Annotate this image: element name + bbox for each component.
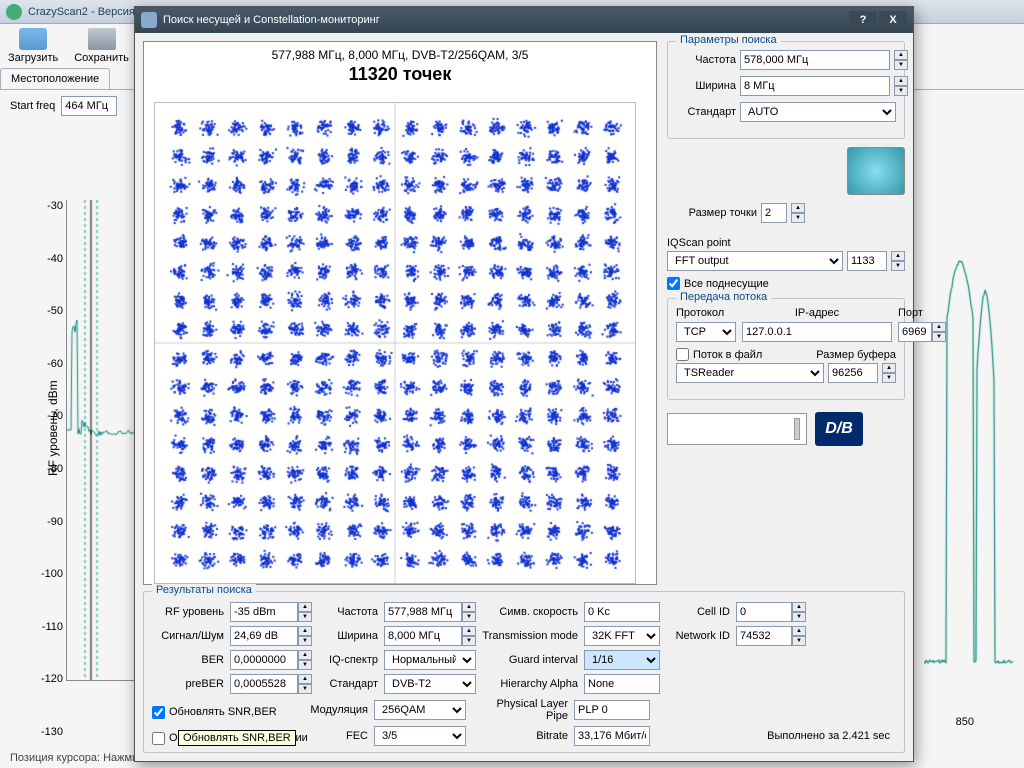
- plot-info: 577,988 МГц, 8,000 МГц, DVB-T2/256QAM, 3…: [150, 48, 650, 62]
- mod-select[interactable]: 256QAM: [374, 700, 466, 720]
- iqscan-select[interactable]: FFT output: [667, 251, 843, 271]
- stream-group: Передача потока Протокол IP-адрес Порт T…: [667, 298, 905, 400]
- res-width-input[interactable]: [384, 626, 462, 646]
- results-group: Результаты поиска RF уровень ▲▼ Частота …: [143, 591, 905, 753]
- status-bar: Позиция курсора: Нажми: [10, 752, 138, 764]
- main-title: CrazyScan2 - Версия: [28, 6, 135, 18]
- iqscan-num-input[interactable]: [847, 251, 887, 271]
- dialog-icon: [141, 12, 157, 28]
- load-button[interactable]: Загрузить: [8, 28, 58, 64]
- constellation-plot: 577,988 МГц, 8,000 МГц, DVB-T2/256QAM, 3…: [143, 41, 657, 585]
- left-spectrum-chart: RF уровень, dBm -30-40-50 -60-70-80 -90-…: [10, 200, 130, 738]
- right-spectrum-canvas: [924, 200, 1014, 670]
- search-params-group: Параметры поиска Частота ▲▼ Ширина ▲▼ Ст…: [667, 41, 905, 139]
- sym-input: [584, 602, 660, 622]
- width-spinner[interactable]: ▲▼: [894, 76, 908, 96]
- freq-input[interactable]: [740, 50, 890, 70]
- protocol-select[interactable]: TCP: [676, 322, 736, 342]
- plot-points: 11320 точек: [150, 64, 650, 85]
- constellation-dialog: Поиск несущей и Constellation-мониторинг…: [134, 6, 914, 762]
- elapsed-label: Выполнено за 2.421 sec: [656, 730, 896, 742]
- side-panel: Параметры поиска Частота ▲▼ Ширина ▲▼ Ст…: [667, 41, 905, 585]
- tab-location[interactable]: Местоположение: [0, 68, 110, 89]
- dvb-logo: D/B: [815, 412, 863, 446]
- iqscan-label: IQScan point: [667, 237, 905, 249]
- y-ticks: -30-40-50 -60-70-80 -90-100-110 -120-130: [38, 200, 63, 738]
- app-icon: [6, 4, 22, 20]
- update-snr-checkbox[interactable]: [152, 706, 165, 719]
- pointsize-input[interactable]: [761, 203, 787, 223]
- standard-select[interactable]: AUTO: [740, 102, 896, 122]
- constellation-canvas: [154, 102, 636, 584]
- render-logo: [847, 147, 905, 195]
- save-button[interactable]: Сохранить: [74, 28, 129, 64]
- help-button[interactable]: ?: [849, 11, 877, 29]
- startfreq-label: Start freq: [10, 100, 55, 112]
- dialog-titlebar[interactable]: Поиск несущей и Constellation-мониторинг…: [135, 7, 913, 33]
- tofile-checkbox[interactable]: [676, 348, 689, 361]
- port-input[interactable]: [898, 322, 932, 342]
- ha-input: [584, 674, 660, 694]
- dialog-title: Поиск несущей и Constellation-мониторинг: [163, 14, 380, 26]
- preber-input[interactable]: [230, 674, 298, 694]
- ip-input[interactable]: [742, 322, 892, 342]
- iqscan-spinner[interactable]: ▲▼: [891, 251, 905, 271]
- update-mod-checkbox[interactable]: [152, 732, 165, 745]
- bitrate-input: [574, 726, 650, 746]
- right-spectrum-chart: [924, 200, 1014, 708]
- fec-select[interactable]: 3/5: [374, 726, 466, 746]
- right-x-tick: 850: [956, 716, 974, 728]
- tm-select[interactable]: 32K FFT: [584, 626, 660, 646]
- tooltip: Обновлять SNR,BER: [178, 730, 296, 746]
- res-freq-input[interactable]: [384, 602, 462, 622]
- progress-box: [667, 413, 807, 445]
- net-input[interactable]: [736, 626, 792, 646]
- snr-input[interactable]: [230, 626, 298, 646]
- width-input[interactable]: [740, 76, 890, 96]
- freq-spinner[interactable]: ▲▼: [894, 50, 908, 70]
- folder-icon: [19, 28, 47, 50]
- iq-select[interactable]: Нормальный: [384, 650, 476, 670]
- reader-select[interactable]: TSReader: [676, 363, 824, 383]
- gi-select[interactable]: 1/16: [584, 650, 660, 670]
- rf-input[interactable]: [230, 602, 298, 622]
- progress-handle[interactable]: [794, 418, 800, 440]
- plp-input: [574, 700, 650, 720]
- disk-icon: [88, 28, 116, 50]
- close-button[interactable]: X: [879, 11, 907, 29]
- cell-input[interactable]: [736, 602, 792, 622]
- ber-input[interactable]: [230, 650, 298, 670]
- left-spectrum-canvas: [66, 200, 137, 681]
- std-select[interactable]: DVB-T2: [384, 674, 476, 694]
- startfreq-input[interactable]: [61, 96, 117, 116]
- pointsize-spinner[interactable]: ▲▼: [791, 203, 805, 223]
- bufsize-input[interactable]: [828, 363, 878, 383]
- all-subcarriers-checkbox[interactable]: [667, 277, 680, 290]
